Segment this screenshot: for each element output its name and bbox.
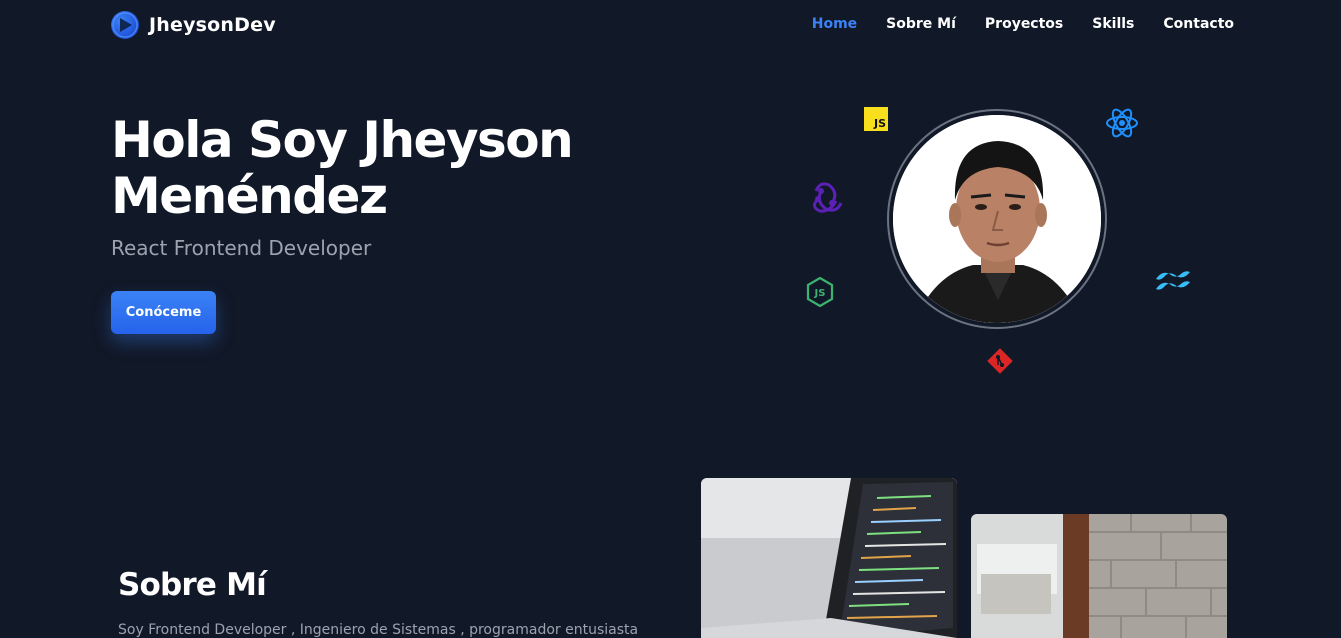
hero-subtitle: React Frontend Developer	[111, 236, 372, 260]
git-icon	[987, 348, 1013, 374]
brand-logo-icon	[111, 11, 139, 39]
navbar: JheysonDev Home Sobre Mí Proyectos Skill…	[0, 0, 1341, 50]
about-title: Sobre Mí	[118, 567, 267, 603]
laptop-code-photo	[701, 478, 957, 638]
hero-title-line1: Hola Soy Jheyson	[111, 111, 574, 169]
javascript-icon-label: JS	[873, 117, 886, 130]
nav-link-sobre-mi[interactable]: Sobre Mí	[886, 16, 956, 32]
nodejs-icon: JS	[806, 277, 834, 307]
workspace-photo	[971, 514, 1227, 638]
nav-links: Home Sobre Mí Proyectos Skills Contacto	[812, 16, 1234, 32]
redux-icon	[813, 182, 843, 213]
react-icon	[1106, 108, 1138, 138]
svg-text:JS: JS	[814, 288, 826, 299]
nav-link-proyectos[interactable]: Proyectos	[985, 16, 1063, 32]
profile-photo	[893, 115, 1101, 323]
hero-title-line2: Menéndez	[111, 167, 388, 225]
nav-link-home[interactable]: Home	[812, 16, 857, 32]
javascript-icon: JS	[864, 107, 888, 131]
conoceme-button[interactable]: Conóceme	[111, 291, 216, 334]
about-text: Soy Frontend Developer , Ingeniero de Si…	[118, 622, 639, 638]
profile-photo-frame	[887, 109, 1107, 329]
brand-link[interactable]: JheysonDev	[111, 10, 276, 40]
brand-name: JheysonDev	[149, 14, 276, 36]
nav-link-contacto[interactable]: Contacto	[1163, 16, 1234, 32]
nav-link-skills[interactable]: Skills	[1092, 16, 1134, 32]
hero-title: Hola Soy Jheyson Menéndez	[111, 112, 711, 224]
tailwind-icon	[1156, 271, 1190, 290]
